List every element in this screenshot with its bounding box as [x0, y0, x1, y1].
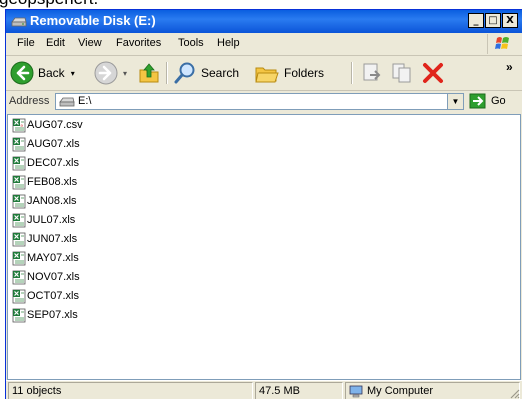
go-label: Go: [491, 95, 506, 107]
back-arrow-icon: [10, 61, 34, 85]
excel-file-icon: [12, 289, 26, 303]
file-name: JAN08.xls: [27, 195, 77, 207]
menu-favorites[interactable]: Favorites: [116, 37, 161, 49]
csv-file-icon: a: [12, 118, 26, 132]
file-item[interactable]: AUG07.xls: [12, 136, 80, 152]
folders-icon: [255, 67, 279, 83]
forward-button[interactable]: ▾: [94, 61, 127, 85]
toolbar: Back ▾ ▾ Search Folders »: [6, 56, 522, 91]
title-bar[interactable]: Removable Disk (E:) _ □ X: [6, 10, 522, 33]
back-button[interactable]: Back ▾: [10, 59, 75, 87]
file-list[interactable]: a AUG07.csv AUG07.xls DEC07.xls FEB08.xl…: [7, 114, 521, 380]
address-bar: Address E:\ ▼ Go: [6, 91, 522, 113]
address-value: E:\: [78, 95, 92, 107]
status-size: 47.5 MB: [255, 382, 343, 399]
excel-file-icon: [12, 308, 26, 322]
file-name: FEB08.xls: [27, 176, 78, 188]
delete-icon: [423, 63, 443, 83]
address-dropdown-button[interactable]: ▼: [447, 94, 463, 109]
minimize-glyph: _: [473, 15, 479, 26]
search-icon: [174, 62, 195, 84]
status-bar: 11 objects 47.5 MB My Computer: [6, 380, 522, 399]
go-arrow-icon: [469, 93, 486, 109]
back-dropdown-icon[interactable]: ▾: [71, 69, 75, 78]
file-item[interactable]: DEC07.xls: [12, 155, 79, 171]
status-zone-text: My Computer: [367, 385, 434, 397]
file-item[interactable]: JAN08.xls: [12, 193, 77, 209]
search-button[interactable]: Search: [173, 61, 239, 85]
window-title: Removable Disk (E:): [30, 13, 156, 28]
back-label: Back: [38, 66, 65, 80]
toolbar-separator: [351, 62, 353, 84]
file-name: DEC07.xls: [27, 157, 79, 169]
my-computer-icon: [349, 385, 363, 397]
move-to-icon: [363, 63, 381, 81]
toolbar-separator: [166, 62, 168, 84]
removable-disk-icon: [11, 17, 27, 27]
cropped-caption: geöpsperiert.: [0, 0, 522, 9]
menu-view[interactable]: View: [78, 37, 102, 49]
file-item[interactable]: JUL07.xls: [12, 212, 75, 228]
menu-bar: File Edit View Favorites Tools Help: [6, 33, 522, 56]
menu-file[interactable]: File: [17, 37, 35, 49]
file-item[interactable]: OCT07.xls: [12, 288, 79, 304]
maximize-button[interactable]: □: [485, 13, 501, 28]
close-glyph: X: [506, 15, 514, 26]
delete-button[interactable]: [421, 61, 445, 88]
address-label: Address: [9, 95, 50, 107]
go-button[interactable]: Go: [469, 93, 506, 109]
file-item[interactable]: SEP07.xls: [12, 307, 78, 323]
file-name: AUG07.csv: [27, 119, 83, 131]
copy-to-icon: [392, 63, 411, 83]
status-objects: 11 objects: [8, 382, 253, 399]
status-objects-text: 11 objects: [12, 385, 62, 397]
up-folder-icon: [139, 63, 159, 83]
excel-file-icon: [12, 194, 26, 208]
excel-file-icon: [12, 175, 26, 189]
move-to-button[interactable]: [360, 61, 384, 88]
minimize-button[interactable]: _: [468, 13, 484, 28]
file-name: OCT07.xls: [27, 290, 79, 302]
excel-file-icon: [12, 137, 26, 151]
file-name: JUN07.xls: [27, 233, 78, 245]
close-button[interactable]: X: [502, 13, 518, 28]
maximize-glyph: □: [488, 15, 498, 26]
windows-logo-icon: [487, 34, 518, 54]
file-item[interactable]: a AUG07.csv: [12, 117, 83, 133]
file-item[interactable]: MAY07.xls: [12, 250, 79, 266]
file-name: JUL07.xls: [27, 214, 76, 226]
status-size-text: 47.5 MB: [259, 385, 300, 397]
file-name: SEP07.xls: [27, 309, 78, 321]
file-name: MAY07.xls: [27, 252, 79, 264]
excel-file-icon: [12, 213, 26, 227]
address-field[interactable]: E:\ ▼: [55, 93, 464, 110]
excel-file-icon: [12, 251, 26, 265]
excel-file-icon: [12, 232, 26, 246]
folders-label: Folders: [284, 66, 325, 80]
forward-dropdown-icon[interactable]: ▾: [123, 69, 127, 78]
file-name: AUG07.xls: [27, 138, 80, 150]
menu-help[interactable]: Help: [217, 37, 240, 49]
chevron-down-icon: ▼: [451, 97, 460, 106]
search-label: Search: [201, 66, 240, 80]
cropped-caption-text: geöpsperiert.: [0, 0, 98, 9]
file-item[interactable]: NOV07.xls: [12, 269, 80, 285]
excel-file-icon: [12, 270, 26, 284]
menu-edit[interactable]: Edit: [46, 37, 65, 49]
copy-to-button[interactable]: [390, 61, 414, 88]
status-zone: My Computer: [345, 382, 520, 399]
toolbar-overflow-chevron[interactable]: »: [506, 60, 513, 74]
folders-button[interactable]: Folders: [254, 61, 324, 85]
removable-disk-icon: [59, 97, 75, 107]
menu-tools[interactable]: Tools: [178, 37, 204, 49]
window-controls: _ □ X: [467, 13, 518, 28]
file-item[interactable]: FEB08.xls: [12, 174, 77, 190]
up-folder-button[interactable]: [137, 61, 161, 88]
file-name: NOV07.xls: [27, 271, 80, 283]
excel-file-icon: [12, 156, 26, 170]
explorer-window: Removable Disk (E:) _ □ X File Edit View…: [5, 9, 522, 399]
file-item[interactable]: JUN07.xls: [12, 231, 77, 247]
resize-grip-icon[interactable]: [508, 387, 520, 399]
forward-arrow-icon: [94, 61, 118, 85]
